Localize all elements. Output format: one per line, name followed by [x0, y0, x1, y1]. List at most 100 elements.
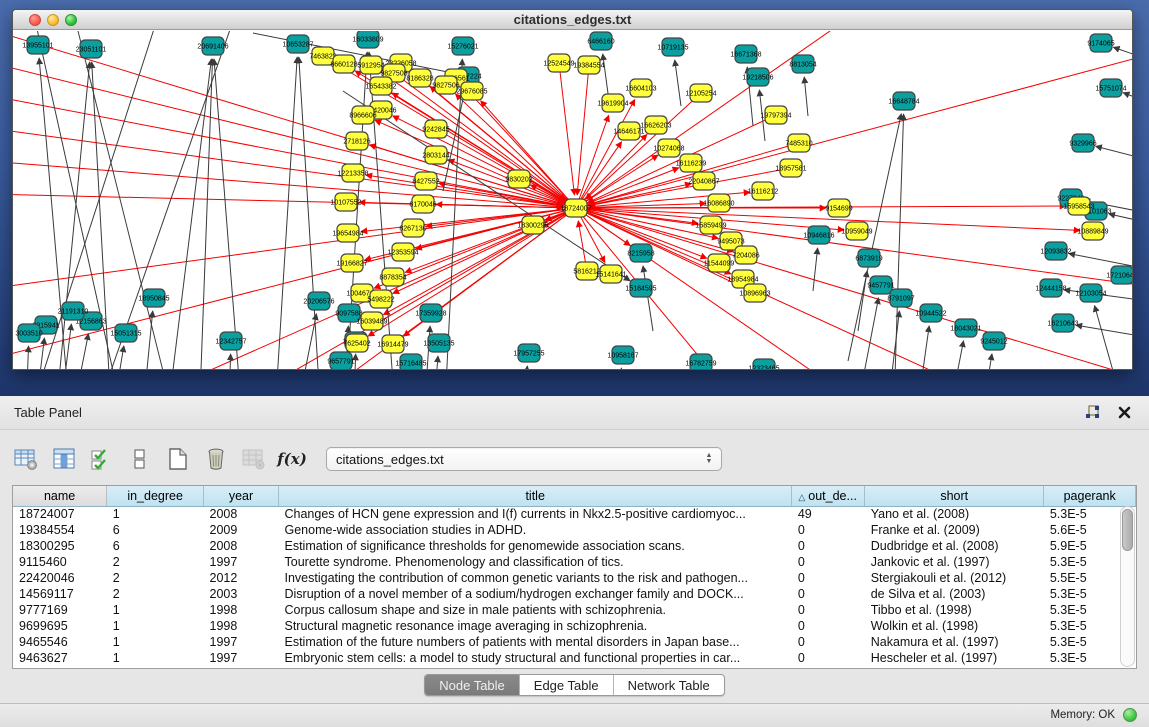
graph-node[interactable]: 16116212: [748, 182, 779, 200]
citation-edge[interactable]: [58, 324, 71, 370]
graph-node[interactable]: 12353594: [387, 243, 418, 261]
graph-node[interactable]: 5498222: [367, 290, 394, 308]
graph-node[interactable]: 8813054: [789, 55, 816, 73]
window-titlebar[interactable]: citations_edges.txt: [13, 10, 1132, 30]
table-row[interactable]: 1456911722003Disruption of a novel membe…: [13, 586, 1136, 602]
table-row[interactable]: 946362711997Embryonic stem cells: a mode…: [13, 650, 1136, 666]
graph-node[interactable]: 9245012: [980, 332, 1007, 350]
citation-edge[interactable]: [675, 60, 681, 106]
table-row[interactable]: 969969511998Structural magnetic resonanc…: [13, 618, 1136, 634]
column-header-short[interactable]: short: [865, 486, 1044, 506]
graph-node[interactable]: 12444158: [1035, 279, 1066, 297]
graph-node[interactable]: 11544099: [704, 254, 735, 272]
graph-node[interactable]: 7204086: [732, 246, 759, 264]
close-window-icon[interactable]: [29, 14, 41, 26]
table-row[interactable]: 946554611997Estimation of the future num…: [13, 634, 1136, 650]
graph-node[interactable]: 10889849: [1077, 222, 1108, 240]
citation-edge[interactable]: [431, 356, 438, 370]
float-panel-icon[interactable]: [1083, 403, 1101, 421]
citation-edge[interactable]: [1113, 47, 1133, 61]
graph-node[interactable]: 16210643: [1047, 314, 1078, 332]
graph-node[interactable]: 13505135: [423, 334, 454, 352]
tab-edge-table[interactable]: Edge Table: [520, 675, 614, 695]
citation-edge[interactable]: [13, 208, 576, 361]
graph-node[interactable]: 29676085: [456, 82, 487, 100]
graph-node[interactable]: 16033809: [352, 31, 383, 48]
graph-node[interactable]: 9830202: [505, 170, 532, 188]
graph-node[interactable]: 22040867: [688, 172, 719, 190]
graph-node[interactable]: 10896963: [739, 284, 770, 302]
graph-node[interactable]: 19218506: [742, 68, 773, 86]
graph-node[interactable]: 9657791: [327, 352, 354, 370]
graph-node[interactable]: 12524549: [543, 54, 574, 72]
graph-node[interactable]: 10959049: [841, 222, 872, 240]
table-panel-titlebar[interactable]: Table Panel: [0, 396, 1149, 430]
graph-node[interactable]: 10944522: [915, 304, 946, 322]
graph-node[interactable]: 12342757: [215, 332, 246, 350]
graph-node[interactable]: 18957581: [775, 159, 806, 177]
graph-node[interactable]: 16039489: [356, 312, 387, 330]
graph-node[interactable]: 10958167: [607, 346, 638, 364]
citation-edge[interactable]: [13, 208, 576, 291]
graph-node[interactable]: 19384554: [573, 56, 604, 74]
graph-node[interactable]: 23051101: [76, 40, 107, 58]
citation-edge[interactable]: [576, 115, 609, 208]
graph-node[interactable]: 12323465: [748, 359, 779, 370]
graph-node[interactable]: 8660128: [330, 55, 357, 73]
graph-node[interactable]: 9174065: [1087, 34, 1114, 52]
close-panel-icon[interactable]: [1115, 403, 1133, 421]
network-canvas[interactable]: 1395510123051101206914061065328716033809…: [13, 31, 1132, 369]
citation-edge[interactable]: [559, 63, 574, 195]
new-table-icon[interactable]: [164, 445, 192, 473]
graph-node[interactable]: 8215958: [627, 244, 654, 262]
graph-node[interactable]: 13955101: [22, 36, 53, 54]
graph-node[interactable]: 15958543: [1063, 197, 1094, 215]
graph-node[interactable]: 12213358: [337, 164, 368, 182]
graph-node[interactable]: 8878354: [379, 268, 406, 286]
citation-edge[interactable]: [1123, 93, 1133, 106]
graph-node[interactable]: 8427552: [412, 172, 439, 190]
graph-node[interactable]: 8186328: [406, 69, 433, 87]
graph-node[interactable]: 16626203: [640, 116, 671, 134]
citation-edge[interactable]: [1076, 325, 1133, 339]
citation-edge[interactable]: [804, 77, 808, 116]
citation-edge[interactable]: [613, 368, 621, 370]
table-scrollbar[interactable]: [1120, 506, 1135, 667]
column-header-title[interactable]: title: [279, 486, 792, 506]
graph-node[interactable]: 8267130: [399, 219, 426, 237]
graph-node[interactable]: 21191310: [58, 302, 89, 320]
graph-node[interactable]: 19654984: [332, 224, 363, 242]
citation-edge[interactable]: [576, 31, 873, 208]
citation-edge[interactable]: [299, 57, 323, 370]
graph-node[interactable]: 14646171: [613, 122, 644, 140]
citation-edge[interactable]: [33, 338, 44, 370]
graph-node[interactable]: 15276021: [447, 37, 478, 55]
graph-node[interactable]: 15141641: [595, 265, 626, 283]
table-row[interactable]: 911546021997Tourette syndrome. Phenomeno…: [13, 554, 1136, 570]
graph-node[interactable]: 6466160: [587, 32, 614, 50]
network-window[interactable]: citations_edges.txt 13955101230511012069…: [12, 9, 1133, 370]
graph-node[interactable]: 17359928: [415, 304, 446, 322]
graph-node[interactable]: 18950845: [138, 289, 169, 307]
citation-edge[interactable]: [163, 59, 211, 370]
graph-node[interactable]: 15859499: [695, 216, 726, 234]
column-header-pagerank[interactable]: pagerank: [1044, 486, 1136, 506]
graph-node[interactable]: 6873919: [855, 249, 882, 267]
zoom-window-icon[interactable]: [65, 14, 77, 26]
column-header-in-degree[interactable]: in_degree: [107, 486, 204, 506]
graph-node[interactable]: 18300295: [517, 216, 548, 234]
table-settings-icon[interactable]: [12, 445, 40, 473]
citation-edge[interactable]: [858, 271, 867, 331]
graph-node[interactable]: 16648784: [888, 92, 919, 110]
table-row[interactable]: 1938455462009Genome-wide association stu…: [13, 522, 1136, 538]
graph-node[interactable]: 8170046: [409, 195, 436, 213]
table-row[interactable]: 2242004622012Investigating the contribut…: [13, 570, 1136, 586]
citation-edge[interactable]: [943, 341, 964, 370]
graph-node[interactable]: 10946816: [803, 226, 834, 244]
graph-node[interactable]: 9154699: [825, 199, 852, 217]
graph-node[interactable]: 15051315: [110, 324, 141, 342]
graph-node[interactable]: 18043021: [950, 319, 981, 337]
column-header-name[interactable]: name: [13, 486, 107, 506]
graph-node[interactable]: 9242845: [422, 120, 449, 138]
delete-table-icon[interactable]: [202, 445, 230, 473]
